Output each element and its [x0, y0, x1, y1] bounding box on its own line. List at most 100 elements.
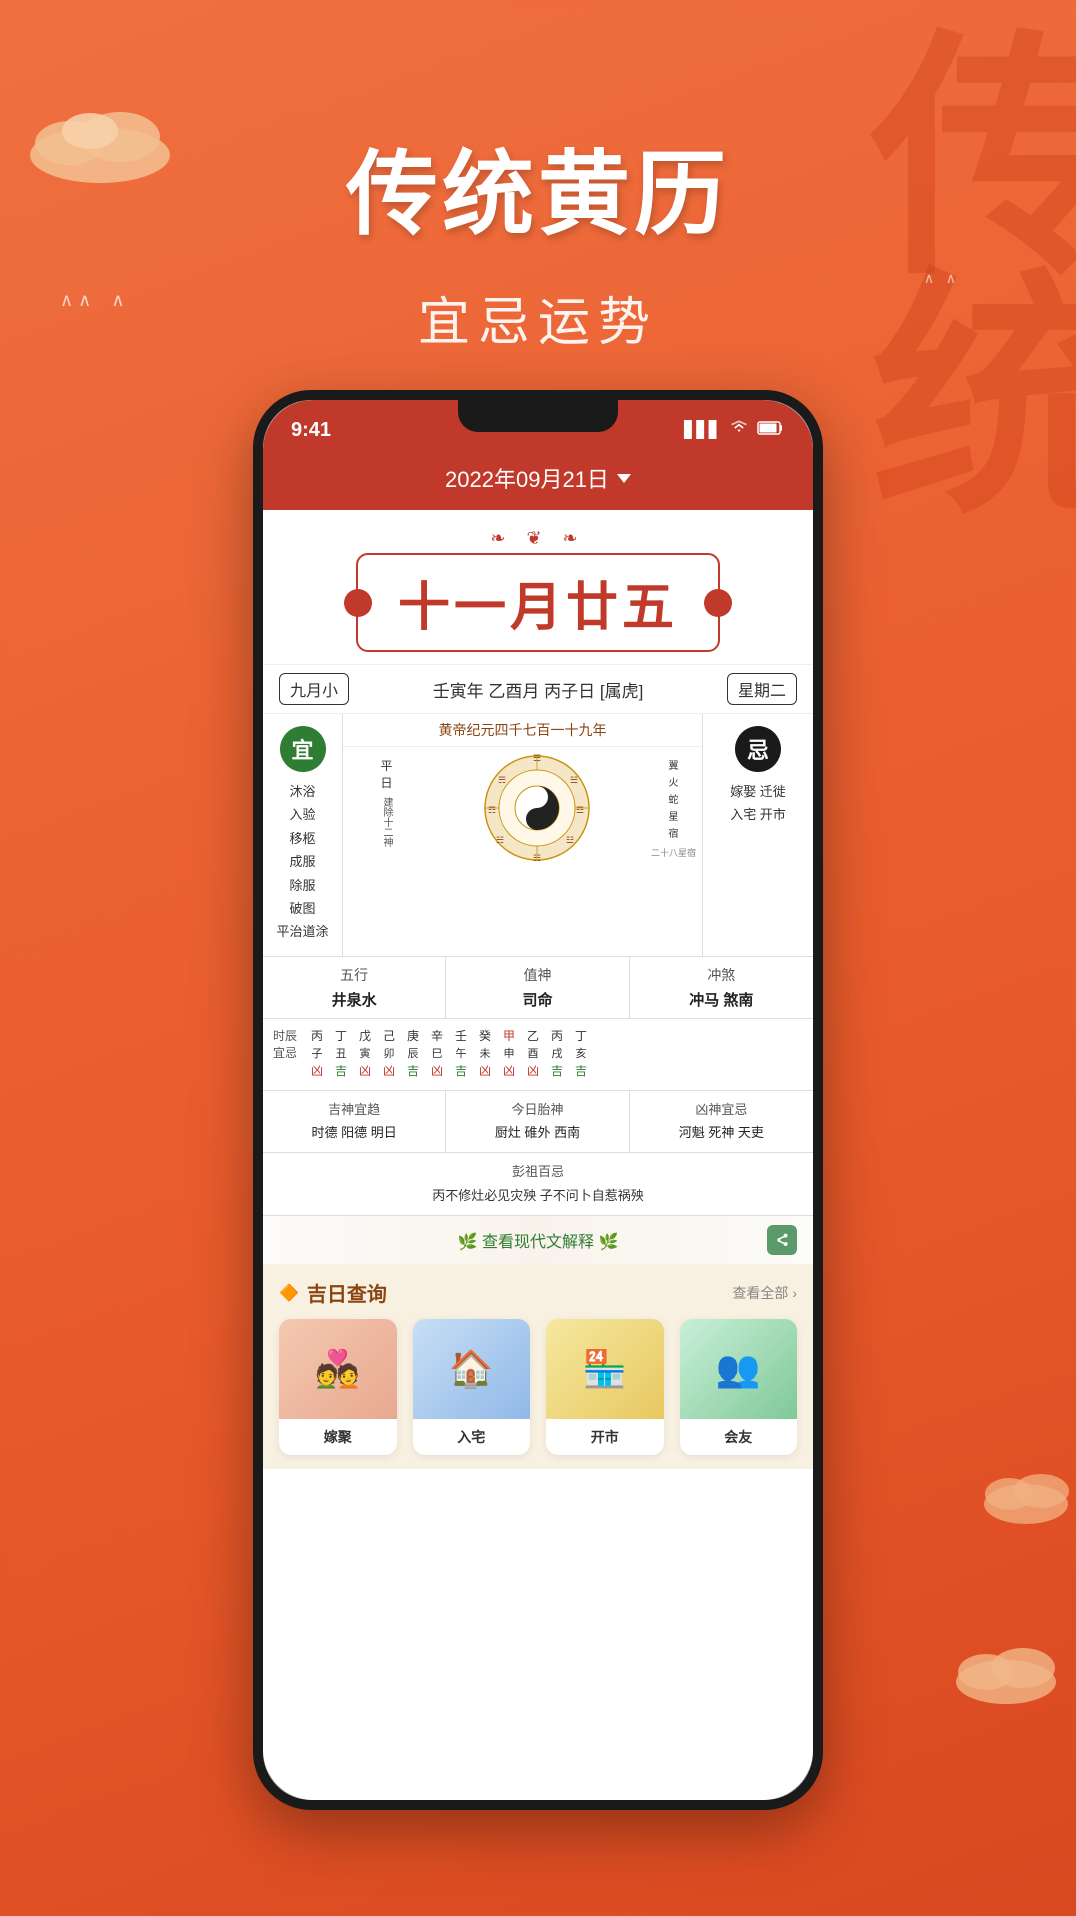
xiong-shen-cell: 凶神宜忌 河魁 死神 天吏 [630, 1091, 813, 1152]
stem-col: 丁丑吉 [331, 1027, 351, 1082]
svg-text:☵: ☵ [496, 835, 504, 845]
yi-cell: 宜 沐浴入验移柩成服除服破图平治道涂 [263, 714, 343, 956]
date-label: 2022年09月21日 [445, 462, 609, 494]
phone-inner: 9:41 ▋▋▋ 2022年09月21日 ❧ ❦ ❧ [263, 400, 813, 1800]
lucky-title-deco-left: 🔶 [279, 1283, 299, 1303]
shen-row: 吉神宜趋 时德 阳德 明日 今日胎神 厨灶 碓外 西南 凶神宜忌 河魁 死神 天… [263, 1091, 813, 1153]
lucky-item-kaishi[interactable]: 🏪 开市 [546, 1319, 664, 1455]
lucky-title: 吉日查询 [307, 1278, 387, 1307]
lucky-title-wrap: 🔶 吉日查询 [279, 1278, 387, 1307]
phone-notch [458, 400, 618, 432]
share-icon [774, 1232, 790, 1248]
weekday-badge: 星期二 [727, 673, 797, 705]
share-button[interactable] [767, 1225, 797, 1255]
ji-cell: 忌 嫁娶 迁徙入宅 开市 [703, 714, 813, 956]
ganzhi-text: 壬寅年 乙酉月 丙子日 [属虎] [349, 677, 727, 702]
cloud-right-mid-decoration [981, 1466, 1071, 1526]
chong-sha-label: 冲煞 [640, 965, 803, 985]
bagua-svg: ☰ ☱ ☲ ☳ ☷ ☵ ☶ ☴ [482, 753, 592, 863]
chong-sha-value: 冲马 煞南 [640, 989, 803, 1010]
middle-cell: 黄帝纪元四千七百一十九年 平 日 建除十二神 [343, 714, 703, 956]
middle-bottom: 平 日 建除十二神 [343, 747, 702, 869]
xiong-shen-label: 凶神宜忌 [640, 1099, 803, 1118]
lucky-item-img-huiyou: 👥 [680, 1319, 798, 1419]
lucky-item-label-huiyou: 会友 [680, 1419, 798, 1455]
zhishen-label: 值神 [456, 965, 618, 985]
lucky-item-label-ruzhai: 入宅 [413, 1419, 531, 1455]
svg-text:☶: ☶ [488, 805, 496, 815]
date-selector[interactable]: 2022年09月21日 [445, 462, 631, 494]
calendar-card: ❧ ❦ ❧ 十一月廿五 九月小 壬寅年 乙酉月 丙子日 [属虎] 星期二 宜 沐… [263, 510, 813, 1469]
stem-grid: 丙子凶 丁丑吉 戊寅凶 己卯凶 庚辰吉 辛巳凶 壬午吉 癸未凶 甲申凶 乙酉凶 … [307, 1027, 803, 1082]
month-badge: 九月小 [279, 673, 349, 705]
app-header: 2022年09月21日 [263, 452, 813, 510]
chevron-down-icon[interactable] [617, 474, 631, 483]
lucky-item-img-jiaju: 💑 [279, 1319, 397, 1419]
stem-col: 戊寅凶 [355, 1027, 375, 1082]
cloud-right-bottom-decoration [951, 1636, 1061, 1706]
ji-circle: 忌 [735, 726, 781, 772]
stem-col: 壬午吉 [451, 1027, 471, 1082]
lucky-item-img-kaishi: 🏪 [546, 1319, 664, 1419]
lucky-item-label-kaishi: 开市 [546, 1419, 664, 1455]
view-modern-text: 🌿 查看现代文解释 🌿 [458, 1228, 619, 1252]
view-modern-row[interactable]: 🌿 查看现代文解释 🌿 [263, 1216, 813, 1264]
app-sub-title: 宜忌运势 [0, 280, 1076, 355]
chevron-right-icon: › [792, 1285, 797, 1301]
xiong-shen-value: 河魁 死神 天吏 [640, 1122, 803, 1144]
svg-text:☱: ☱ [570, 775, 578, 785]
stem-col: 丙戌吉 [547, 1027, 567, 1082]
stem-col: 丁亥吉 [571, 1027, 591, 1082]
pengzu-value: 丙不修灶必见灾殃 子不问卜自惹祸殃 [279, 1184, 797, 1207]
lucky-items-row: 💑 嫁聚 🏠 入宅 🏪 开市 [279, 1319, 797, 1455]
svg-text:☴: ☴ [498, 775, 506, 785]
svg-text:☲: ☲ [576, 805, 584, 815]
chong-sha-cell: 冲煞 冲马 煞南 [630, 957, 813, 1018]
time-stems-label: 时辰 宜忌 [273, 1027, 301, 1061]
app-main-title: 传统黄历 [0, 120, 1076, 253]
stem-col: 乙酉凶 [523, 1027, 543, 1082]
lunar-date-border: 十一月廿五 [356, 553, 720, 652]
stem-col: 己卯凶 [379, 1027, 399, 1082]
battery-icon [757, 420, 785, 441]
lunar-date-box: ❧ ❦ ❧ 十一月廿五 [263, 510, 813, 664]
lucky-item-jiaju[interactable]: 💑 嫁聚 [279, 1319, 397, 1455]
status-icons: ▋▋▋ [684, 420, 785, 441]
time-stems-row: 时辰 宜忌 丙子凶 丁丑吉 戊寅凶 己卯凶 庚辰吉 辛巳凶 壬午吉 癸未凶 甲申… [263, 1019, 813, 1091]
lunar-date-deco: ❧ ❦ ❧ [283, 528, 793, 549]
five-elements-value: 井泉水 [273, 989, 435, 1010]
stem-col: 辛巳凶 [427, 1027, 447, 1082]
ji-items: 嫁娶 迁徙入宅 开市 [730, 780, 786, 827]
phone-frame: 9:41 ▋▋▋ 2022年09月21日 ❧ ❦ ❧ [253, 390, 823, 1810]
svg-text:☳: ☳ [566, 835, 574, 845]
bagua-circle: ☰ ☱ ☲ ☳ ☷ ☵ ☶ ☴ [428, 753, 647, 863]
five-elements-cell: 五行 井泉水 [263, 957, 446, 1018]
jianshen-col: 平 日 建除十二神 [349, 753, 424, 863]
pengzu-label: 彭祖百忌 [279, 1161, 797, 1180]
pengzu-row: 彭祖百忌 丙不修灶必见灾殃 子不问卜自惹祸殃 [263, 1153, 813, 1216]
lucky-header: 🔶 吉日查询 查看全部 › [279, 1278, 797, 1307]
tai-shen-cell: 今日胎神 厨灶 碓外 西南 [446, 1091, 629, 1152]
status-time: 9:41 [291, 419, 331, 442]
tai-shen-label: 今日胎神 [456, 1099, 618, 1118]
yi-items: 沐浴入验移柩成服除服破图平治道涂 [276, 780, 328, 944]
lunar-date-text: 十一月廿五 [398, 565, 678, 640]
five-elements-label: 五行 [273, 965, 435, 985]
zhishen-cell: 值神 司命 [446, 957, 629, 1018]
wifi-icon [729, 420, 749, 441]
lucky-section: 🔶 吉日查询 查看全部 › 💑 嫁聚 [263, 1264, 813, 1469]
ji-shen-value: 时德 阳德 明日 [273, 1122, 435, 1144]
lucky-more-button[interactable]: 查看全部 › [732, 1283, 797, 1303]
stem-col: 甲申凶 [499, 1027, 519, 1082]
main-content-grid: 宜 沐浴入验移柩成服除服破图平治道涂 黄帝纪元四千七百一十九年 平 日 建除十二… [263, 714, 813, 957]
stem-col: 癸未凶 [475, 1027, 495, 1082]
lucky-item-ruzhai[interactable]: 🏠 入宅 [413, 1319, 531, 1455]
stars-col: 翼 火 蛇 星 宿 二十八星宿 [651, 753, 696, 863]
tai-shen-value: 厨灶 碓外 西南 [456, 1122, 618, 1144]
lucky-item-huiyou[interactable]: 👥 会友 [680, 1319, 798, 1455]
ji-shen-label: 吉神宜趋 [273, 1099, 435, 1118]
background-decorative-text: 传统 [846, 20, 1076, 500]
signal-icon: ▋▋▋ [684, 420, 721, 440]
zhishen-value: 司命 [456, 989, 618, 1010]
lucky-item-img-ruzhai: 🏠 [413, 1319, 531, 1419]
